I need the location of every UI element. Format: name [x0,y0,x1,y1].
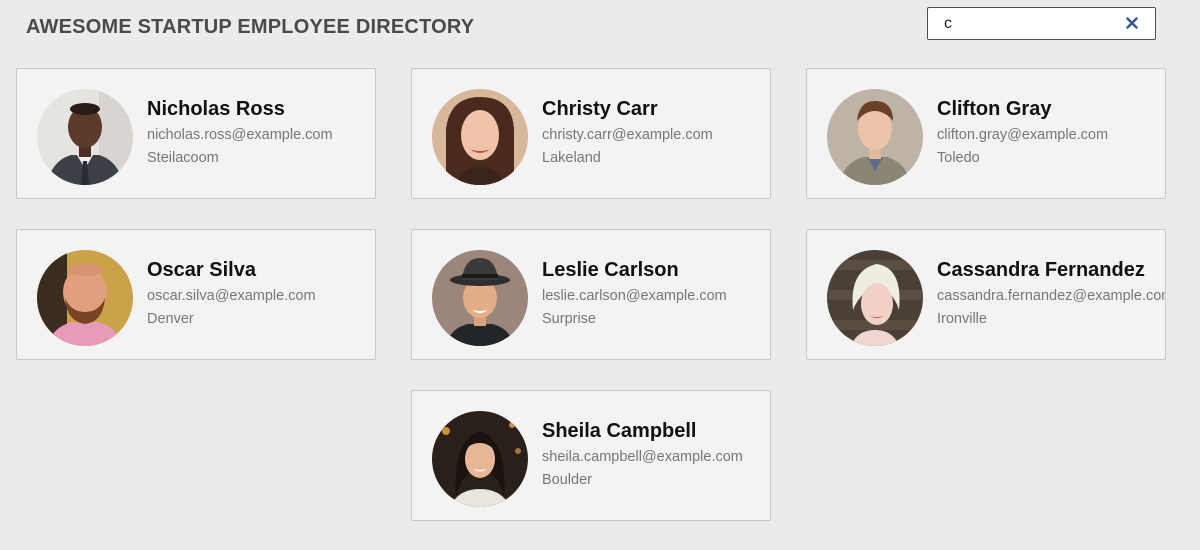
employee-card[interactable]: Nicholas Ross nicholas.ross@example.com … [16,68,376,199]
employee-card[interactable]: Oscar Silva oscar.silva@example.com Denv… [16,229,376,360]
employee-name: Oscar Silva [147,259,256,281]
avatar [827,89,923,185]
avatar [37,89,133,185]
employee-name: Leslie Carlson [542,259,679,281]
avatar [432,250,528,346]
employee-name: Christy Carr [542,98,658,120]
employee-email: christy.carr@example.com [542,127,713,143]
employee-name: Sheila Campbell [542,420,697,442]
employee-city: Boulder [542,472,592,488]
page-title: AWESOME STARTUP EMPLOYEE DIRECTORY [26,16,475,38]
employee-card[interactable]: Sheila Campbell sheila.campbell@example.… [411,390,771,521]
employee-email: sheila.campbell@example.com [542,449,743,465]
employee-email: oscar.silva@example.com [147,288,316,304]
employee-email: leslie.carlson@example.com [542,288,727,304]
avatar [37,250,133,346]
employee-city: Steilacoom [147,150,219,166]
employee-name: Cassandra Fernandez [937,259,1145,281]
employee-name: Nicholas Ross [147,98,285,120]
employee-city: Surprise [542,311,596,327]
employee-city: Ironville [937,311,987,327]
employee-card[interactable]: Leslie Carlson leslie.carlson@example.co… [411,229,771,360]
employee-email: cassandra.fernandez@example.com [937,288,1166,304]
avatar [432,89,528,185]
employee-card[interactable]: Cassandra Fernandez cassandra.fernandez@… [806,229,1166,360]
search-input[interactable] [928,8,1118,39]
avatar [827,250,923,346]
employee-card[interactable]: Christy Carr christy.carr@example.com La… [411,68,771,199]
search-box [927,7,1156,40]
employee-city: Lakeland [542,150,601,166]
employee-name: Clifton Gray [937,98,1052,120]
directory-page: AWESOME STARTUP EMPLOYEE DIRECTORY Nicho… [0,0,1200,550]
employee-city: Denver [147,311,194,327]
avatar [432,411,528,507]
employee-city: Toledo [937,150,980,166]
employee-email: nicholas.ross@example.com [147,127,333,143]
employee-card[interactable]: Clifton Gray clifton.gray@example.com To… [806,68,1166,199]
employee-email: clifton.gray@example.com [937,127,1109,143]
close-icon[interactable] [1125,16,1139,30]
